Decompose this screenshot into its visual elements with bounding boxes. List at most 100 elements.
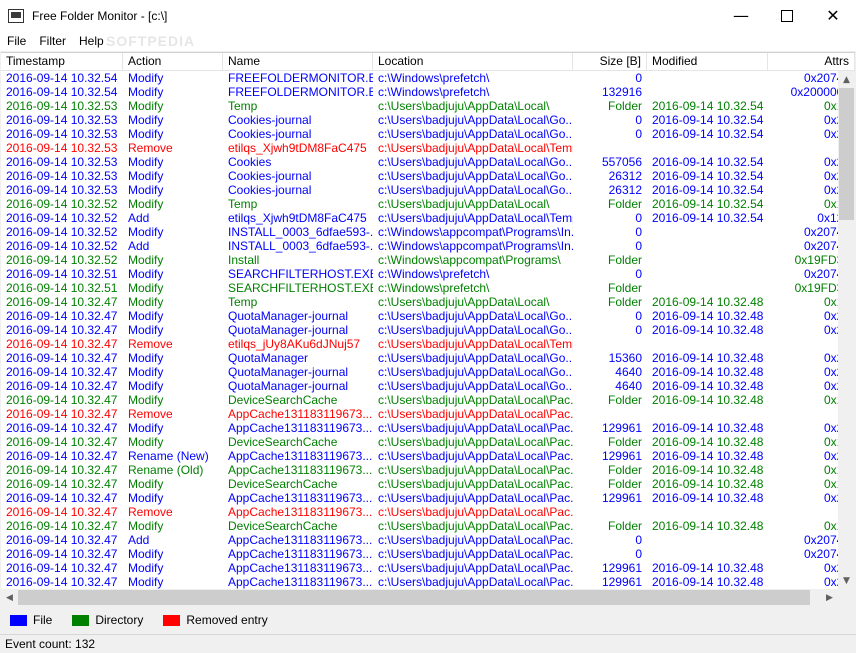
cell-size: 129961: [601, 561, 642, 575]
window-title: Free Folder Monitor - [c:\]: [32, 8, 168, 23]
cell-action: Modify: [128, 491, 164, 505]
table-row[interactable]: 2016-09-14 10.32.53 Modify Cookies-journal…: [1, 113, 855, 127]
table-row[interactable]: 2016-09-14 10.32.47 Modify AppCache1311831…: [1, 561, 855, 575]
table-row[interactable]: 2016-09-14 10.32.47 Modify Temp c:\Users\ba…: [1, 295, 855, 309]
cell-name: Temp: [228, 197, 258, 211]
cell-name: QuotaManager-journal: [228, 379, 349, 393]
table-row[interactable]: 2016-09-14 10.32.47 Modify QuotaManager-jo…: [1, 323, 855, 337]
column-header-name[interactable]: Name: [223, 53, 373, 70]
column-header-location[interactable]: Location: [373, 53, 573, 70]
menu-filter[interactable]: Filter: [32, 34, 72, 48]
table-row[interactable]: 2016-09-14 10.32.47 Modify QuotaManager-jo…: [1, 309, 855, 323]
minimize-button[interactable]: —: [718, 0, 764, 31]
table-row[interactable]: 2016-09-14 10.32.52 Modify Install c:\Windo…: [1, 253, 855, 267]
cell-action: Modify: [128, 99, 164, 113]
table-row[interactable]: 2016-09-14 10.32.47 Rename (Old) AppCache1…: [1, 463, 855, 477]
cell-action: Modify: [128, 561, 164, 575]
table-row[interactable]: 2016-09-14 10.32.53 Modify Cookies-journal…: [1, 183, 855, 197]
cell-timestamp: 2016-09-14 10.32.53: [6, 141, 118, 155]
table-row[interactable]: 2016-09-14 10.32.52 Modify Temp c:\Users\ba…: [1, 197, 855, 211]
cell-location: c:\Users\badjuju\AppData\Local\: [378, 99, 550, 113]
cell-action: Remove: [128, 141, 173, 155]
cell-action: Modify: [128, 323, 164, 337]
column-header-attrs[interactable]: Attrs: [768, 53, 855, 70]
table-row[interactable]: 2016-09-14 10.32.47 Modify DeviceSearchCac…: [1, 435, 855, 449]
cell-name: AppCache131183119673...: [228, 575, 373, 589]
table-row[interactable]: 2016-09-14 10.32.51 Modify SEARCHFILTERHOS…: [1, 267, 855, 281]
column-header-timestamp[interactable]: Timestamp: [1, 53, 123, 70]
table-row[interactable]: 2016-09-14 10.32.47 Remove AppCache1311831…: [1, 505, 855, 519]
cell-action: Remove: [128, 505, 173, 519]
table-row[interactable]: 2016-09-14 10.32.47 Modify QuotaManager-jo…: [1, 379, 855, 393]
column-header-size[interactable]: Size [B]: [573, 53, 647, 70]
cell-modified: [647, 281, 768, 295]
table-row[interactable]: 2016-09-14 10.32.53 Modify Cookies-journal…: [1, 127, 855, 141]
horizontal-scrollbar[interactable]: ◀ ▶: [1, 589, 838, 606]
table-row[interactable]: 2016-09-14 10.32.54 Modify FREEFOLDERMONIT…: [1, 71, 855, 85]
cell-timestamp: 2016-09-14 10.32.47: [6, 393, 118, 407]
vertical-scroll-thumb[interactable]: [839, 88, 854, 220]
close-icon: ✕: [826, 6, 840, 25]
cell-size: 557056: [601, 155, 642, 169]
table-row[interactable]: 2016-09-14 10.32.47 Rename (New) AppCache1…: [1, 449, 855, 463]
column-header-action[interactable]: Action: [123, 53, 223, 70]
table-row[interactable]: 2016-09-14 10.32.47 Remove etilqs_jUy8AKu6…: [1, 337, 855, 351]
table-row[interactable]: 2016-09-14 10.32.52 Add INSTALL_0003_6dfae…: [1, 239, 855, 253]
cell-size: Folder: [607, 281, 642, 295]
close-button[interactable]: ✕: [810, 0, 856, 31]
table-row[interactable]: 2016-09-14 10.32.47 Modify DeviceSearchCac…: [1, 393, 855, 407]
cell-modified: 2016-09-14 10.32.48: [652, 449, 764, 463]
scroll-down-icon[interactable]: ▼: [838, 572, 855, 589]
cell-modified: 2016-09-14 10.32.48: [652, 351, 764, 365]
cell-modified: 2016-09-14 10.32.48: [652, 491, 764, 505]
table-row[interactable]: 2016-09-14 10.32.47 Modify DeviceSearchCac…: [1, 477, 855, 491]
table-row[interactable]: 2016-09-14 10.32.47 Remove AppCache1311831…: [1, 407, 855, 421]
table-row[interactable]: 2016-09-14 10.32.53 Remove etilqs_Xjwh9tDM…: [1, 141, 855, 155]
column-header-modified[interactable]: Modified: [647, 53, 768, 70]
cell-timestamp: 2016-09-14 10.32.53: [6, 169, 118, 183]
cell-modified: 2016-09-14 10.32.54: [652, 197, 764, 211]
scroll-left-icon[interactable]: ◀: [1, 589, 18, 606]
table-row[interactable]: 2016-09-14 10.32.47 Modify QuotaManager c:\…: [1, 351, 855, 365]
cell-action: Remove: [128, 407, 173, 421]
cell-timestamp: 2016-09-14 10.32.54: [6, 85, 118, 99]
cell-name: AppCache131183119673...: [228, 421, 373, 435]
menu-file[interactable]: File: [0, 34, 32, 48]
scroll-right-icon[interactable]: ▶: [821, 589, 838, 606]
cell-modified: [647, 547, 768, 561]
menu-help[interactable]: Help: [72, 34, 110, 48]
table-row[interactable]: 2016-09-14 10.32.47 Modify AppCache1311831…: [1, 547, 855, 561]
table-row[interactable]: 2016-09-14 10.32.47 Modify DeviceSearchCac…: [1, 519, 855, 533]
table-row[interactable]: 2016-09-14 10.32.53 Modify Cookies c:\Users…: [1, 155, 855, 169]
cell-modified: 2016-09-14 10.32.48: [652, 575, 764, 589]
table-row[interactable]: 2016-09-14 10.32.52 Modify INSTALL_0003_6d…: [1, 225, 855, 239]
cell-action: Modify: [128, 281, 164, 295]
cell-modified: 2016-09-14 10.32.54: [652, 155, 764, 169]
table-row[interactable]: 2016-09-14 10.32.47 Modify QuotaManager-jo…: [1, 365, 855, 379]
table-row[interactable]: 2016-09-14 10.32.47 Add AppCache1311831196…: [1, 533, 855, 547]
horizontal-scroll-thumb[interactable]: [18, 590, 810, 605]
table-row[interactable]: 2016-09-14 10.32.53 Modify Cookies-journal…: [1, 169, 855, 183]
cell-location: c:\Users\badjuju\AppData\Local\Pac...: [378, 435, 573, 449]
cell-modified: [647, 533, 768, 547]
table-row[interactable]: 2016-09-14 10.32.53 Modify Temp c:\Users\ba…: [1, 99, 855, 113]
cell-action: Modify: [128, 477, 164, 491]
cell-timestamp: 2016-09-14 10.32.47: [6, 421, 118, 435]
cell-timestamp: 2016-09-14 10.32.47: [6, 575, 118, 589]
scroll-up-icon[interactable]: ▲: [838, 71, 855, 88]
cell-size: Folder: [607, 197, 642, 211]
table-row[interactable]: 2016-09-14 10.32.47 Modify AppCache1311831…: [1, 575, 855, 589]
events-list[interactable]: Timestamp Action Name Location Size [B] …: [1, 52, 855, 606]
cell-size: 0: [635, 323, 642, 337]
table-row[interactable]: 2016-09-14 10.32.47 Modify AppCache1311831…: [1, 491, 855, 505]
maximize-button[interactable]: [764, 0, 810, 31]
table-row[interactable]: 2016-09-14 10.32.54 Modify FREEFOLDERMONIT…: [1, 85, 855, 99]
table-row[interactable]: 2016-09-14 10.32.51 Modify SEARCHFILTERHOS…: [1, 281, 855, 295]
table-row[interactable]: 2016-09-14 10.32.52 Add etilqs_Xjwh9tDM8Fa…: [1, 211, 855, 225]
cell-name: Temp: [228, 295, 258, 309]
table-row[interactable]: 2016-09-14 10.32.47 Modify AppCache1311831…: [1, 421, 855, 435]
vertical-scrollbar[interactable]: ▲ ▼: [838, 71, 855, 589]
cell-size: Folder: [607, 519, 642, 533]
cell-modified: 2016-09-14 10.32.48: [652, 519, 764, 533]
cell-size: 4640: [615, 365, 642, 379]
